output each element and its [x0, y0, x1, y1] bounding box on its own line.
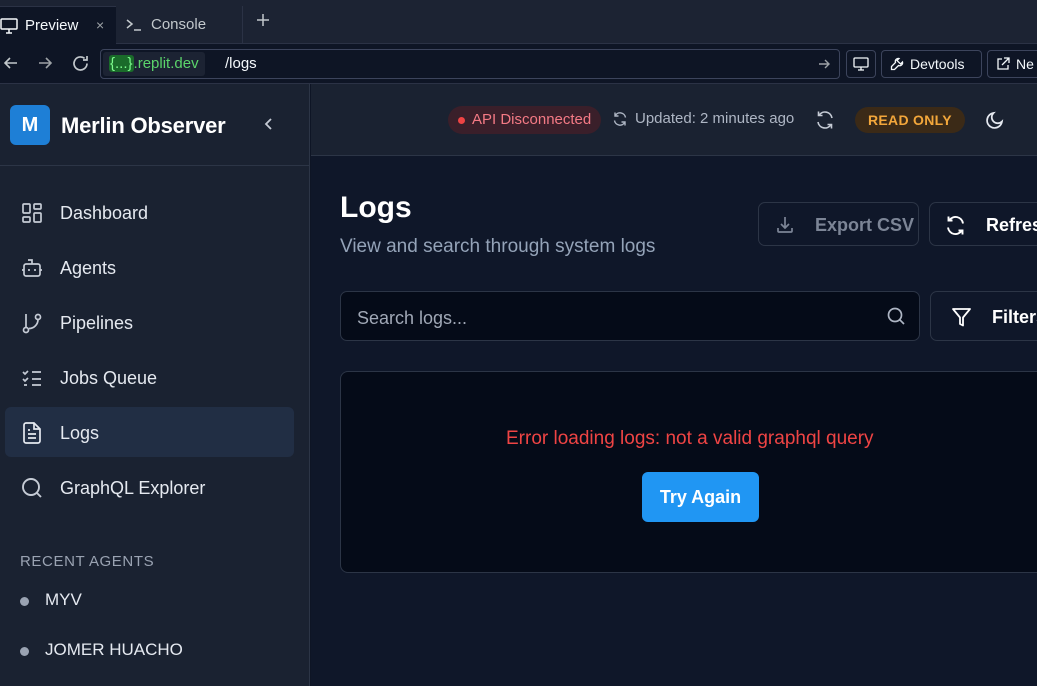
chevron-left-icon[interactable]	[260, 115, 278, 133]
sidebar-item-label: Dashboard	[60, 203, 149, 223]
read-only-badge: READ ONLY	[855, 107, 965, 133]
refresh-button[interactable]: Refresh	[929, 202, 1037, 246]
reload-icon[interactable]	[71, 54, 90, 73]
sync-icon	[612, 111, 628, 127]
agent-status-dot	[20, 597, 29, 606]
open-new-tab-label: Ne	[1016, 56, 1034, 72]
tab-preview[interactable]: Preview ×	[0, 6, 116, 44]
page-subtitle: View and search through system logs	[340, 236, 656, 257]
sidebar-item-dashboard[interactable]: Dashboard	[5, 187, 294, 237]
list-checks-icon	[20, 366, 44, 390]
refresh-icon[interactable]	[815, 110, 835, 130]
browser-tab-bar: Preview × Console	[0, 0, 1037, 44]
recent-agent-item[interactable]: JOMER HUACHO	[20, 640, 280, 664]
brand-header: M Merlin Observer	[0, 84, 310, 166]
tab-preview-label: Preview	[25, 17, 79, 34]
back-arrow-icon[interactable]	[2, 54, 20, 72]
download-icon	[775, 215, 795, 235]
brand-name: Merlin Observer	[61, 113, 226, 138]
monitor-icon	[853, 57, 869, 71]
search-icon	[20, 476, 44, 500]
last-updated-label: Updated: 2 minutes ago	[635, 110, 795, 127]
sidebar: M Merlin Observer Dashboard Agents Pipel…	[0, 84, 310, 686]
main-content: API Disconnected Updated: 2 minutes ago …	[311, 84, 1037, 686]
recent-agent-label: JOMER HUACHO	[45, 640, 183, 659]
sidebar-item-label: Logs	[60, 423, 100, 443]
devtools-button[interactable]: Devtools	[881, 50, 982, 78]
tab-console[interactable]: Console	[117, 6, 243, 44]
recent-agent-item[interactable]: MYV	[20, 590, 280, 614]
url-host-domain: .replit.dev	[133, 55, 199, 72]
sidebar-item-label: GraphQL Explorer	[60, 478, 206, 498]
refresh-icon	[945, 215, 966, 236]
close-tab-icon[interactable]: ×	[96, 17, 104, 33]
sidebar-item-label: Jobs Queue	[60, 368, 158, 388]
open-new-tab-button[interactable]: Ne	[987, 50, 1037, 78]
page-title: Logs	[340, 191, 412, 224]
tab-console-label: Console	[151, 16, 207, 33]
top-bar: API Disconnected Updated: 2 minutes ago …	[311, 84, 1037, 156]
bot-icon	[20, 256, 44, 280]
new-tab-icon[interactable]	[255, 12, 271, 28]
status-dot	[458, 117, 465, 124]
try-again-button[interactable]: Try Again	[642, 472, 759, 522]
api-status-badge: API Disconnected	[448, 106, 602, 134]
refresh-label: Refresh	[986, 215, 1037, 235]
sidebar-item-label: Agents	[60, 258, 117, 278]
file-text-icon	[20, 421, 44, 445]
external-link-icon	[996, 57, 1010, 71]
recent-agent-label: MYV	[45, 590, 82, 609]
address-bar[interactable]: {...}.replit.dev /logs	[100, 49, 840, 79]
agent-status-dot	[20, 647, 29, 656]
moon-icon[interactable]	[985, 110, 1005, 130]
monitor-icon	[0, 18, 18, 34]
go-arrow-icon[interactable]	[817, 57, 831, 71]
sidebar-item-agents[interactable]: Agents	[5, 242, 294, 292]
filters-label: Filters	[992, 307, 1037, 327]
export-csv-label: Export CSV	[815, 215, 915, 235]
sidebar-item-jobs-queue[interactable]: Jobs Queue	[5, 352, 294, 402]
terminal-icon	[125, 17, 143, 33]
url-host-placeholder: {...}	[109, 55, 134, 72]
export-csv-button[interactable]: Export CSV	[758, 202, 919, 246]
sidebar-item-logs[interactable]: Logs	[5, 407, 294, 457]
search-input[interactable]: Search logs...	[340, 291, 920, 341]
filters-button[interactable]: Filters	[930, 291, 1037, 341]
device-preview-button[interactable]	[846, 50, 876, 78]
sidebar-item-pipelines[interactable]: Pipelines	[5, 297, 294, 347]
devtools-label: Devtools	[910, 56, 965, 72]
url-path: /logs	[225, 55, 257, 72]
search-icon[interactable]	[886, 306, 906, 326]
filter-icon	[951, 307, 972, 327]
forward-arrow-icon[interactable]	[36, 54, 54, 72]
error-message-text: Error loading logs: not a valid graphql …	[506, 428, 874, 449]
brand-logo: M	[10, 105, 50, 145]
sidebar-item-label: Pipelines	[60, 313, 134, 333]
git-branch-icon	[20, 311, 44, 335]
app: M Merlin Observer Dashboard Agents Pipel…	[0, 84, 1037, 686]
browser-url-bar: {...}.replit.dev /logs Devtools Ne	[0, 44, 1037, 84]
dashboard-icon	[20, 201, 44, 225]
wrench-icon	[890, 57, 904, 71]
url-host: {...}.replit.dev	[103, 52, 205, 76]
search-placeholder: Search logs...	[357, 308, 468, 328]
sidebar-item-graphql-explorer[interactable]: GraphQL Explorer	[5, 462, 294, 512]
error-card: Error loading logs: not a valid graphql …	[340, 371, 1037, 573]
api-status-label: API Disconnected	[472, 111, 592, 128]
recent-agents-heading: RECENT AGENTS	[20, 553, 155, 570]
